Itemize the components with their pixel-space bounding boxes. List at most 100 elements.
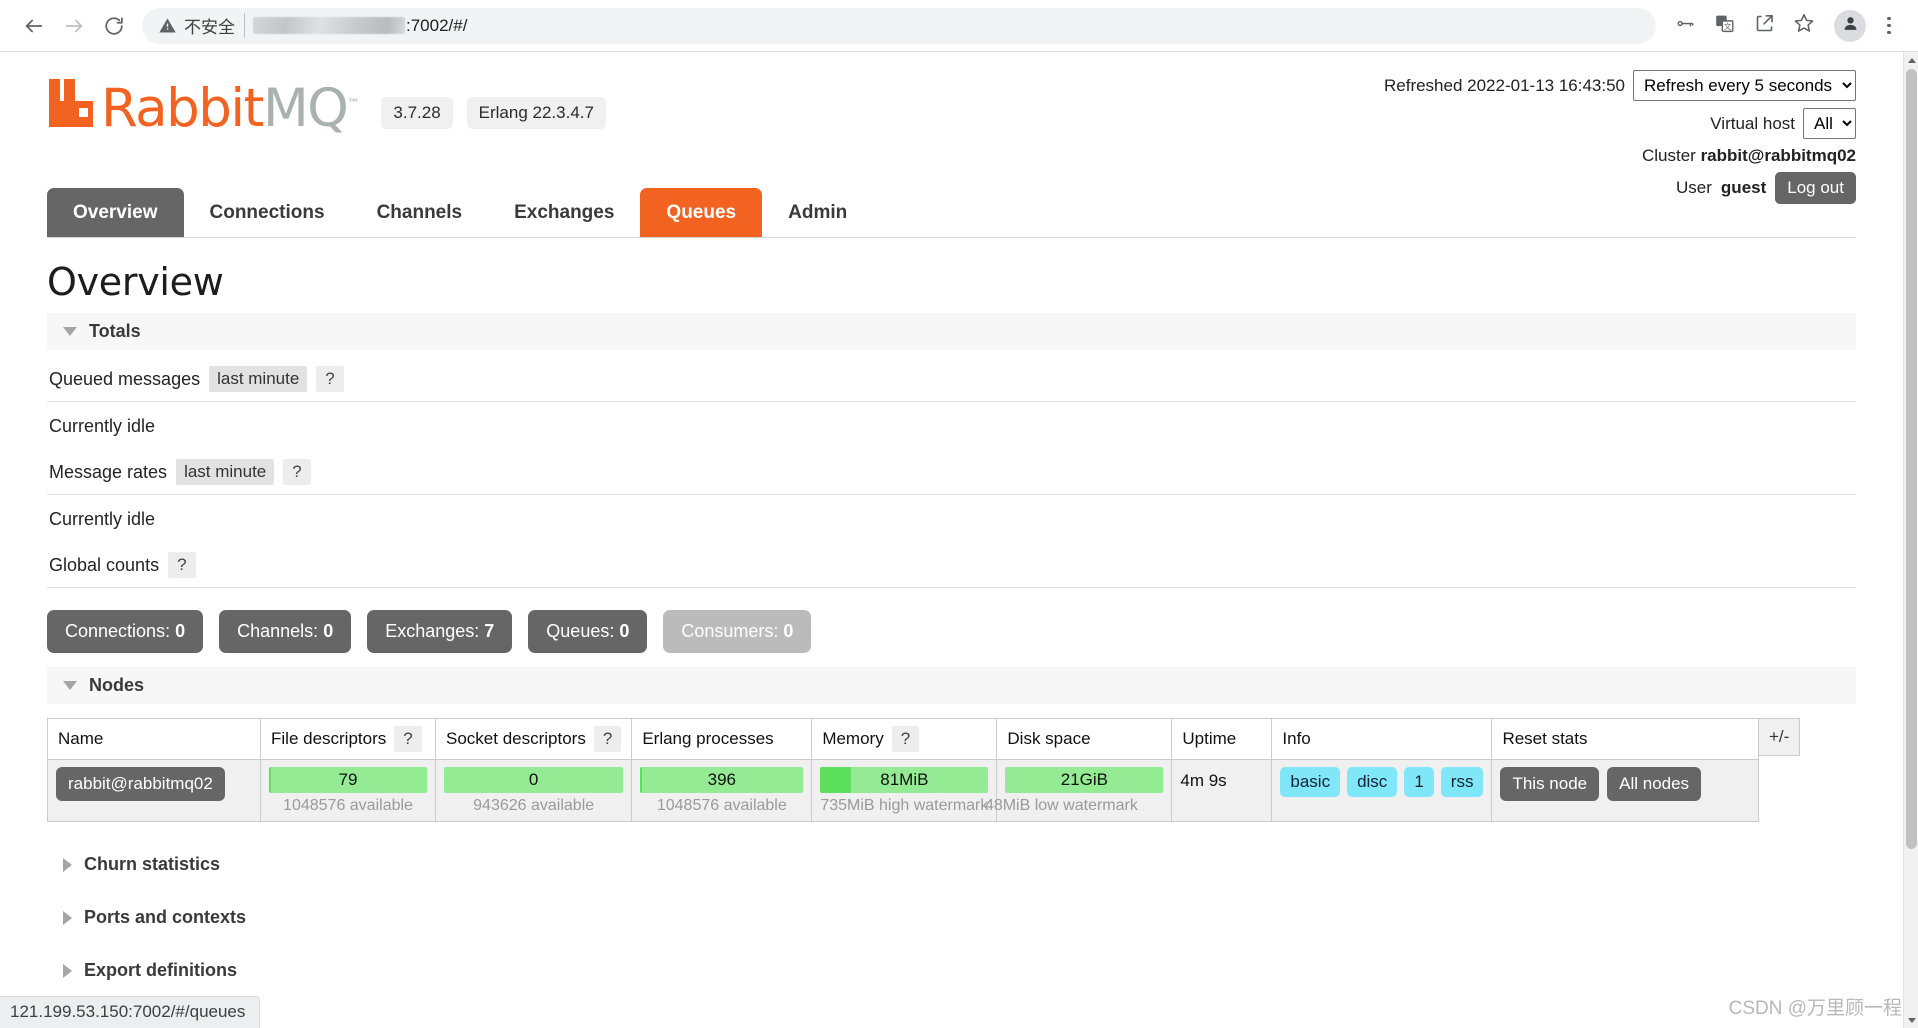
url-suffix: :7002/#/: [406, 15, 468, 35]
translate-icon: 文: [1714, 13, 1735, 39]
col-name: Name: [47, 718, 261, 760]
section-header-ports-and-contexts[interactable]: Ports and contexts: [47, 891, 1856, 944]
file-descriptors-help-icon[interactable]: ?: [394, 726, 422, 752]
cell-disk-space: 21GiB 48MiB low watermark: [985, 759, 1173, 822]
key-icon: [1674, 13, 1695, 39]
file-descriptors-meter: 79: [269, 767, 427, 793]
page-scrollbar[interactable]: [1903, 52, 1918, 1028]
vhost-row: Virtual host All: [1384, 108, 1856, 139]
reset-all-nodes-button[interactable]: All nodes: [1607, 767, 1702, 801]
tab-queues[interactable]: Queues: [640, 188, 763, 237]
tab-connections[interactable]: Connections: [184, 188, 351, 237]
tab-channels[interactable]: Channels: [351, 188, 489, 237]
collapsed-sections: Churn statistics Ports and contexts Expo…: [47, 822, 1856, 997]
socket-descriptors-note: 943626 available: [473, 797, 595, 814]
profile-button[interactable]: [1834, 9, 1866, 42]
rabbit-logo-icon: [47, 77, 97, 134]
memory-help-icon[interactable]: ?: [891, 726, 920, 752]
socket-descriptors-meter: 0: [444, 767, 624, 793]
column-expander-button[interactable]: +/-: [1759, 718, 1801, 756]
bookmark-button[interactable]: [1786, 8, 1822, 44]
file-descriptors-value: 79: [338, 770, 358, 789]
count-badge-queues[interactable]: Queues: 0: [528, 610, 648, 653]
tab-admin[interactable]: Admin: [762, 188, 873, 237]
rabbitmq-logo[interactable]: RabbitMQ™: [47, 77, 359, 135]
back-button[interactable]: [14, 6, 54, 46]
col-label-socket-descriptors: Socket descriptors: [446, 729, 586, 748]
back-arrow-icon: [23, 15, 45, 37]
translate-button[interactable]: 文: [1706, 8, 1742, 44]
scroll-up-button[interactable]: [1904, 52, 1918, 68]
browser-toolbar: 不安全 :7002/#/ 文: [0, 0, 1918, 52]
count-label-consumers: Consumers:: [681, 621, 779, 641]
scroll-down-button[interactable]: [1904, 1012, 1918, 1028]
col-label-info: Info: [1282, 729, 1311, 748]
info-chip-disc[interactable]: disc: [1347, 767, 1398, 797]
section-title-nodes: Nodes: [89, 675, 145, 695]
queued-messages-period-chip[interactable]: last minute: [209, 366, 308, 392]
erlang-processes-value: 396: [707, 770, 736, 789]
share-button[interactable]: [1746, 8, 1782, 44]
col-disk-space: Disk space: [996, 718, 1173, 760]
reset-this-node-button[interactable]: This node: [1500, 767, 1600, 801]
count-label-channels: Channels:: [237, 621, 319, 641]
count-badge-exchanges[interactable]: Exchanges: 7: [367, 610, 513, 653]
count-badge-channels[interactable]: Channels: 0: [219, 610, 352, 653]
count-badge-connections[interactable]: Connections: 0: [47, 610, 204, 653]
socket-descriptors-help-icon[interactable]: ?: [593, 726, 622, 752]
section-header-nodes[interactable]: Nodes: [47, 667, 1856, 704]
queued-messages-help-icon[interactable]: ?: [316, 366, 344, 392]
count-badge-consumers[interactable]: Consumers: 0: [663, 610, 812, 653]
user-row: User guest Log out: [1384, 172, 1856, 204]
cell-info: basic disc 1 rss: [1271, 759, 1493, 822]
info-chip-rss[interactable]: rss: [1440, 767, 1484, 797]
refresh-interval-select[interactable]: Refresh every 5 seconds: [1633, 70, 1856, 101]
cell-erlang-processes: 396 1048576 available: [631, 759, 813, 822]
global-counts-help-icon[interactable]: ?: [168, 552, 196, 578]
vhost-select[interactable]: All: [1803, 108, 1856, 139]
rabbitmq-version-badge: 3.7.28: [381, 97, 453, 129]
user-label: User: [1676, 178, 1712, 197]
forward-button[interactable]: [54, 6, 94, 46]
nodes-table-body: rabbit@rabbitmq02 79 1048576 available 0…: [47, 759, 1759, 822]
col-label-memory: Memory: [822, 729, 884, 748]
url-redacted-host: [253, 17, 405, 34]
tab-overview[interactable]: Overview: [47, 188, 184, 237]
info-chip-count[interactable]: 1: [1404, 767, 1434, 797]
not-secure-warning-icon: [158, 16, 177, 35]
logout-button[interactable]: Log out: [1775, 172, 1856, 204]
erlang-processes-meter: 396: [640, 767, 804, 793]
message-rates-help-icon[interactable]: ?: [283, 459, 311, 485]
refreshed-timestamp: Refreshed 2022-01-13 16:43:50: [1383, 75, 1625, 95]
message-rates-row: Message rates last minute ?: [47, 447, 1856, 495]
chrome-menu-button[interactable]: [1874, 8, 1904, 44]
col-label-erlang-processes: Erlang processes: [642, 729, 774, 748]
col-label-disk-space: Disk space: [1007, 729, 1091, 748]
info-chip-list: basic disc 1 rss: [1280, 767, 1484, 797]
section-header-export-definitions[interactable]: Export definitions: [47, 944, 1856, 997]
count-label-queues: Queues:: [546, 621, 615, 641]
forward-arrow-icon: [63, 15, 85, 37]
section-header-churn-statistics[interactable]: Churn statistics: [47, 838, 1856, 891]
password-key-button[interactable]: [1666, 8, 1702, 44]
scroll-thumb[interactable]: [1906, 69, 1917, 849]
screenshot-watermark: CSDN @万里顾一程: [1728, 998, 1902, 1019]
reload-button[interactable]: [94, 6, 134, 46]
tab-exchanges[interactable]: Exchanges: [488, 188, 640, 237]
user-name: guest: [1720, 178, 1767, 197]
nodes-table: Name File descriptors? Socket descriptor…: [47, 718, 1759, 822]
address-bar[interactable]: 不安全 :7002/#/: [142, 7, 1656, 44]
info-chip-basic[interactable]: basic: [1280, 767, 1341, 797]
section-header-totals[interactable]: Totals: [47, 313, 1856, 350]
table-row: rabbit@rabbitmq02 79 1048576 available 0…: [47, 759, 1759, 822]
section-title-totals: Totals: [89, 321, 141, 341]
disk-space-value: 21GiB: [1060, 770, 1109, 789]
count-label-connections: Connections:: [65, 621, 171, 641]
node-name-link[interactable]: rabbit@rabbitmq02: [56, 767, 225, 801]
section-title-ports-and-contexts: Ports and contexts: [84, 907, 247, 927]
col-reset-stats: Reset stats: [1491, 718, 1759, 760]
security-label: 不安全: [184, 13, 245, 38]
memory-note: 735MiB high watermark: [820, 797, 989, 814]
uptime-value: 4m 9s: [1180, 771, 1227, 790]
message-rates-period-chip[interactable]: last minute: [176, 459, 275, 485]
